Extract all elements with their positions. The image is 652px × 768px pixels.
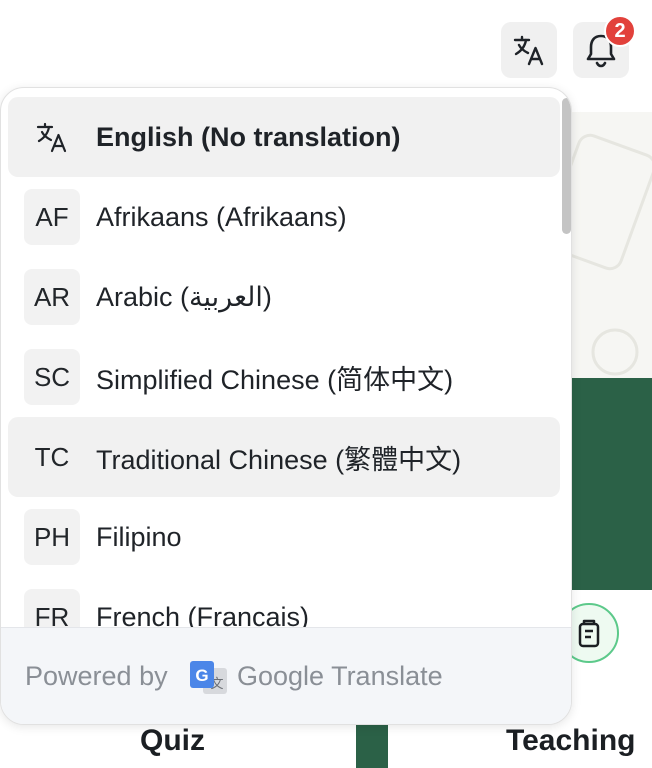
notification-badge: 2 [604, 15, 636, 47]
language-code: AR [24, 269, 80, 325]
language-item-simplified-chinese[interactable]: SC Simplified Chinese (简体中文) [8, 337, 560, 417]
language-label: Traditional Chinese (繁體中文) [96, 444, 462, 475]
language-item-arabic[interactable]: AR Arabic (العربية) [8, 257, 560, 337]
svg-text:G: G [195, 666, 208, 685]
translate-icon [24, 109, 80, 165]
language-code: AF [24, 189, 80, 245]
language-label: Afrikaans (Afrikaans) [96, 201, 347, 232]
language-code: PH [24, 509, 80, 565]
background-green-panel [570, 378, 652, 590]
teaching-label[interactable]: Teaching [506, 724, 635, 758]
language-item-traditional-chinese[interactable]: TC Traditional Chinese (繁體中文) [8, 417, 560, 497]
language-label: Simplified Chinese (简体中文) [96, 364, 454, 395]
quiz-label[interactable]: Quiz [140, 724, 205, 758]
language-label: English (No translation) [96, 121, 401, 152]
language-item-afrikaans[interactable]: AF Afrikaans (Afrikaans) [8, 177, 560, 257]
dropdown-scrollbar[interactable] [562, 98, 571, 234]
language-item-filipino[interactable]: PH Filipino [8, 497, 560, 577]
google-translate-label: Google Translate [237, 661, 443, 691]
language-label: Arabic (العربية) [96, 281, 272, 312]
dropdown-footer: Powered by 文 G Google Translate [1, 627, 571, 724]
language-item-english[interactable]: English (No translation) [8, 97, 560, 177]
translate-button[interactable] [501, 22, 557, 78]
language-list: English (No translation) AF Afrikaans (A… [8, 97, 560, 657]
language-code: SC [24, 349, 80, 405]
google-translate-logo-icon: 文 G [189, 660, 229, 701]
language-code: TC [34, 441, 70, 472]
translate-icon [513, 35, 544, 66]
powered-by-label: Powered by [25, 661, 168, 691]
background-illustration [570, 112, 652, 378]
language-dropdown: English (No translation) AF Afrikaans (A… [0, 87, 572, 725]
background-green-divider [356, 720, 388, 768]
language-label: Filipino [96, 521, 182, 552]
